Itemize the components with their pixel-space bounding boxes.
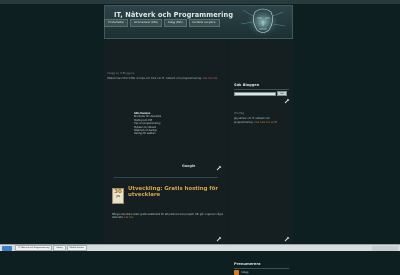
wrench-icon[interactable] <box>216 236 222 242</box>
google-logo: Google <box>182 164 196 168</box>
notice-link[interactable]: Läs mer här <box>203 77 218 80</box>
divider <box>234 89 289 90</box>
date-month: JAN <box>116 195 120 198</box>
taskbar-item[interactable]: IT, Nätverk och Programmering <box>15 244 53 252</box>
search-button[interactable]: Sök <box>277 91 287 96</box>
sidebar: Sök Bloggen Sök Om Mig Jag skriver om IT… <box>229 40 293 275</box>
tab-home[interactable]: Till startsidan <box>104 19 129 27</box>
taskbar-item[interactable]: Mozilla Firefox <box>66 244 87 252</box>
wrench-icon[interactable] <box>216 165 222 171</box>
search-widget-title: Sök Bloggen <box>234 83 260 87</box>
main-column: Inlägg av IT-Bloggare Välkommen! Här hit… <box>104 40 228 244</box>
notice-text: Välkommen! Här hittar du tips och trick … <box>107 77 218 80</box>
rss-feed-link[interactable]: Inlägg <box>241 271 248 274</box>
tab-contact[interactable]: Kontakta oss gärna <box>188 19 220 27</box>
about-widget-title: Om Mig <box>234 112 244 115</box>
divider <box>114 177 218 178</box>
wrench-icon[interactable] <box>284 98 290 104</box>
post-body: Många utvecklare söker gratis webbhotell… <box>112 213 224 220</box>
subscribe-widget-title: Prenumerera <box>234 262 261 266</box>
post-read-more-link[interactable]: Läs mer <box>124 216 133 219</box>
rss-icon[interactable] <box>234 270 239 275</box>
post-title[interactable]: Utveckling: Gratis hosting för utvecklar… <box>128 186 226 198</box>
nav-tabs: Till startsidan Kommentarer (RSS) Inlägg… <box>104 19 220 27</box>
wrench-icon[interactable] <box>284 236 290 242</box>
browser-top-strip <box>0 0 400 4</box>
divider <box>234 268 289 269</box>
tab-comments-rss[interactable]: Kommentarer (RSS) <box>130 19 162 27</box>
date-badge: 30 JAN <box>112 188 124 204</box>
about-text: Jag skriver om IT, nätverk och programme… <box>234 117 278 124</box>
site-title[interactable]: IT, Nätverk och Programmering <box>114 11 233 19</box>
notice-label: Inlägg av IT-Bloggare <box>107 72 135 75</box>
tab-posts-rss[interactable]: Inlägg (RSS) <box>163 19 187 27</box>
search-input[interactable] <box>234 92 276 96</box>
link-box: Gilla Kanalen Bra länkar för utvecklare … <box>134 112 202 142</box>
taskbar-item[interactable]: Inkorg <box>53 244 66 252</box>
list-item[interactable]: Verktyg för webben <box>134 132 202 135</box>
profile-link[interactable]: Visa hela min profil <box>254 121 277 124</box>
header-illustration-icon <box>240 6 286 38</box>
